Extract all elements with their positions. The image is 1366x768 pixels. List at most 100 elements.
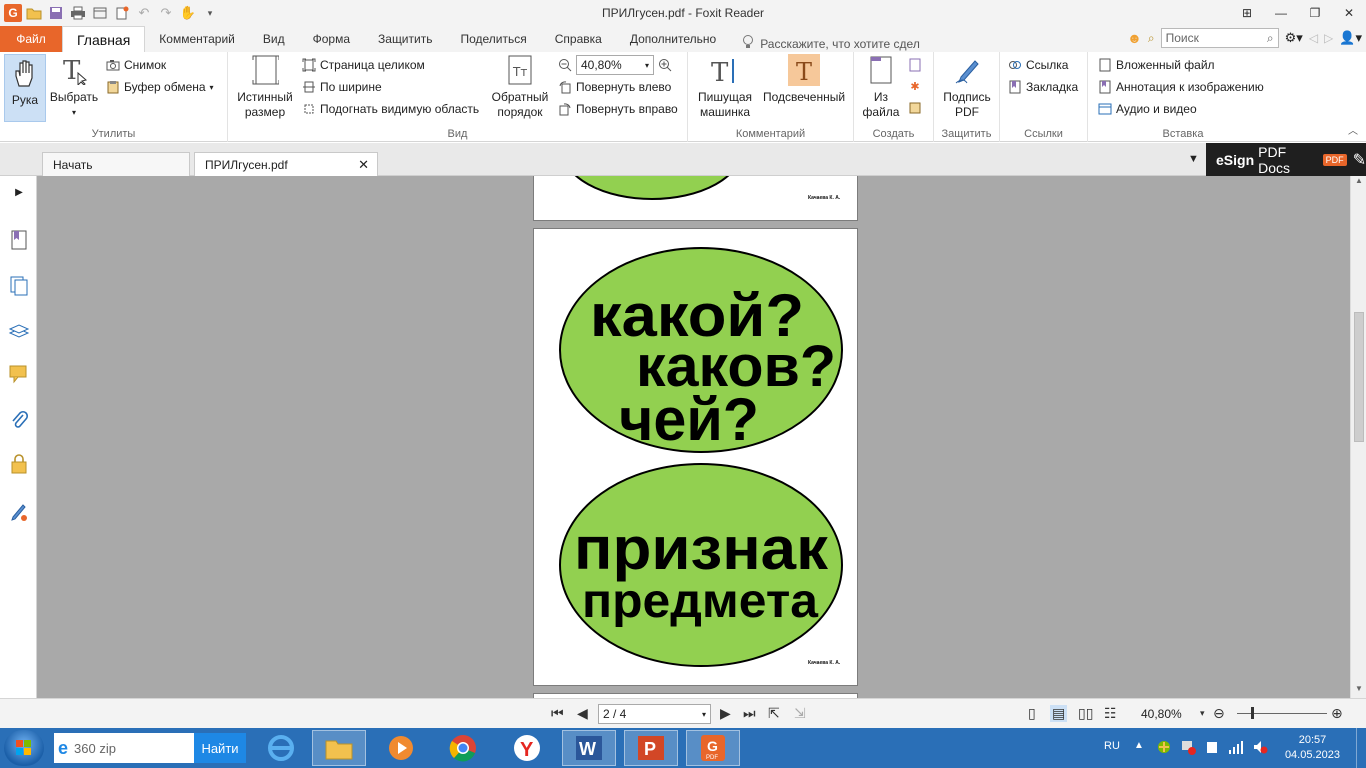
yandex-browser-icon[interactable]: Y: [500, 730, 554, 766]
feedback-icon[interactable]: ☻: [1127, 30, 1142, 46]
fit-width-button[interactable]: По ширине: [302, 77, 382, 97]
audio-video-button[interactable]: Аудио и видео: [1098, 99, 1197, 119]
attached-file-button[interactable]: Вложенный файл: [1098, 55, 1215, 75]
tab-comment[interactable]: Комментарий: [145, 26, 249, 52]
create-clipboard-icon[interactable]: ✱: [908, 76, 922, 96]
esign-banner[interactable]: eSign PDF Docs PDF ✎: [1206, 143, 1366, 176]
language-indicator[interactable]: RU: [1104, 740, 1120, 752]
show-desktop-button[interactable]: [1356, 728, 1366, 768]
highlight-button[interactable]: T Подсвеченный: [760, 54, 848, 105]
continuous-page-icon[interactable]: ▤: [1050, 705, 1068, 722]
snapshot-button[interactable]: Снимок: [106, 55, 166, 75]
continuous-facing-icon[interactable]: ☷: [1104, 705, 1117, 722]
status-zoom-out-icon[interactable]: ⊖: [1213, 705, 1225, 722]
ribbon-options-icon[interactable]: ⊞: [1230, 0, 1264, 26]
foxit-logo-icon[interactable]: G: [4, 4, 22, 22]
tab-document[interactable]: ПРИЛгусен.pdf ✕: [194, 152, 378, 176]
open-icon[interactable]: [24, 3, 44, 23]
system-clock[interactable]: 20:57 04.05.2023: [1285, 733, 1340, 763]
pages-panel-icon[interactable]: [7, 274, 31, 298]
tab-share[interactable]: Поделиться: [446, 26, 540, 52]
minimize-button[interactable]: —: [1264, 0, 1298, 26]
actual-size-button[interactable]: Истинный размер: [234, 54, 296, 120]
undo-icon[interactable]: ↶: [134, 3, 154, 23]
clipboard-dropdown-icon[interactable]: ▾: [210, 83, 214, 92]
status-zoom-in-icon[interactable]: ⊕: [1331, 705, 1343, 722]
tab-extra[interactable]: Дополнительно: [616, 26, 730, 52]
customize-qat-icon[interactable]: ▾: [200, 3, 220, 23]
volume-muted-icon[interactable]: [1252, 739, 1268, 758]
zoom-dropdown-arrow-icon[interactable]: ▾: [1200, 708, 1205, 719]
zoom-slider-handle[interactable]: [1251, 707, 1254, 719]
typewriter-button[interactable]: T Пишущая машинка: [696, 54, 754, 120]
tray-app-icon[interactable]: [1156, 739, 1172, 758]
forward-arrow-icon[interactable]: ▷: [1324, 31, 1333, 45]
select-dropdown-icon[interactable]: ▾: [72, 105, 76, 120]
back-arrow-icon[interactable]: ◁: [1309, 31, 1318, 45]
facing-page-icon[interactable]: ▯▯: [1078, 705, 1093, 722]
foxit-reader-taskbar-icon[interactable]: G PDF: [686, 730, 740, 766]
device-icon[interactable]: [1204, 739, 1220, 758]
powerpoint-icon[interactable]: P: [624, 730, 678, 766]
tab-form[interactable]: Форма: [299, 26, 364, 52]
signature-panel-icon[interactable]: [7, 500, 31, 524]
select-button[interactable]: T Выбрать ▾: [50, 54, 98, 120]
search-input[interactable]: Поиск ⌕: [1160, 28, 1279, 48]
maximize-button[interactable]: ❐: [1298, 0, 1332, 26]
from-file-button[interactable]: Из файла: [860, 54, 902, 120]
chrome-icon[interactable]: [436, 730, 490, 766]
bookmarks-panel-icon[interactable]: [7, 228, 31, 252]
tab-view[interactable]: Вид: [249, 26, 299, 52]
close-button[interactable]: ✕: [1332, 0, 1366, 26]
status-zoom-value[interactable]: 40,80%: [1141, 707, 1182, 721]
fit-visible-button[interactable]: Подогнать видимую область: [302, 99, 479, 119]
link-button[interactable]: Ссылка: [1008, 55, 1068, 75]
next-view-icon[interactable]: ⇲: [794, 705, 806, 722]
rotate-right-button[interactable]: Повернуть вправо: [558, 99, 678, 119]
last-page-icon[interactable]: ⏭: [743, 705, 756, 722]
create-blank-icon[interactable]: [908, 55, 922, 75]
new-icon[interactable]: [112, 3, 132, 23]
single-page-icon[interactable]: ▯: [1028, 705, 1036, 722]
clipboard-button[interactable]: Буфер обмена ▾: [106, 77, 214, 97]
search-icon[interactable]: ⌕: [1267, 31, 1274, 46]
tab-protect[interactable]: Защитить: [364, 26, 446, 52]
user-account-icon[interactable]: 👤▾: [1339, 30, 1362, 46]
vertical-scrollbar[interactable]: ▲ ▼: [1350, 176, 1366, 698]
zoom-in-icon[interactable]: [658, 58, 672, 72]
media-player-icon[interactable]: [374, 730, 428, 766]
file-explorer-icon[interactable]: [312, 730, 366, 766]
bookmark-button[interactable]: Закладка: [1008, 77, 1078, 97]
collapse-ribbon-icon[interactable]: ︿: [1348, 122, 1358, 137]
create-scanner-icon[interactable]: [908, 97, 922, 117]
hand-button[interactable]: Рука: [4, 54, 46, 122]
close-tab-icon[interactable]: ✕: [358, 157, 369, 173]
print-icon[interactable]: [68, 3, 88, 23]
find-folder-icon[interactable]: ⌕: [1148, 31, 1155, 46]
previous-view-icon[interactable]: ⇱: [768, 705, 780, 722]
attachments-panel-icon[interactable]: [7, 408, 31, 432]
hand-tool-icon[interactable]: ✋: [178, 3, 198, 23]
word-icon[interactable]: W: [562, 730, 616, 766]
scroll-up-icon[interactable]: ▲: [1351, 176, 1366, 190]
network-error-icon[interactable]: [1180, 739, 1196, 758]
tray-expand-icon[interactable]: ▲: [1134, 740, 1144, 751]
settings-gear-icon[interactable]: ⚙▾: [1285, 30, 1303, 46]
zoom-select[interactable]: 40,80% ▾: [576, 55, 654, 75]
image-annotation-button[interactable]: Аннотация к изображению: [1098, 77, 1264, 97]
sign-pdf-button[interactable]: Подпись PDF: [940, 54, 994, 120]
tab-help[interactable]: Справка: [541, 26, 616, 52]
taskbar-search-input[interactable]: e 360 zip: [54, 733, 194, 763]
comments-panel-icon[interactable]: [7, 362, 31, 386]
tab-list-dropdown-icon[interactable]: ▼: [1188, 153, 1199, 165]
window-icon[interactable]: [90, 3, 110, 23]
scrollbar-thumb[interactable]: [1354, 312, 1364, 442]
internet-explorer-icon[interactable]: [254, 730, 308, 766]
page-number-input[interactable]: 2 / 4 ▾: [598, 704, 711, 724]
zoom-out-icon[interactable]: [558, 58, 572, 72]
tell-me-box[interactable]: Расскажите, что хотите сдел: [730, 35, 920, 52]
document-view[interactable]: Качаева К. А. какой? каков? чей? признак…: [37, 176, 1350, 698]
reverse-order-button[interactable]: Tт Обратный порядок: [490, 54, 550, 120]
tab-start[interactable]: Начать: [42, 152, 190, 176]
tab-home[interactable]: Главная: [62, 26, 146, 52]
